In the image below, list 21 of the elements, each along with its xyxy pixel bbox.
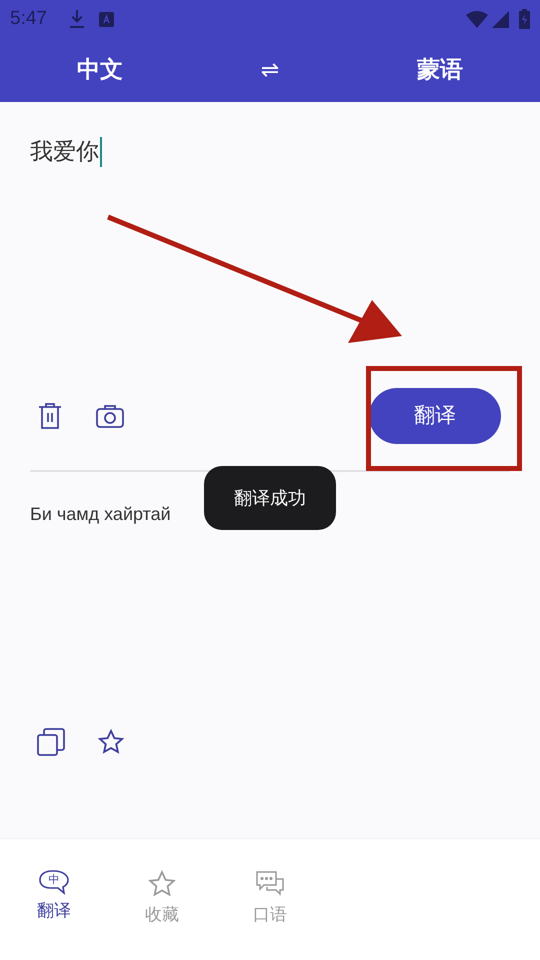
chat-bubbles-icon [254,869,286,899]
input-field[interactable]: 我爱你 [30,135,510,170]
app-notification-icon [98,12,114,26]
trash-icon[interactable] [38,402,62,430]
swap-languages-button[interactable]: ⇌ [260,54,280,86]
status-time: 5:47 [10,6,47,31]
toast-message: 翻译成功 [204,466,336,530]
copy-icon[interactable] [37,728,65,756]
star-icon [146,869,178,899]
chat-bubble-icon: 中 [38,869,70,895]
target-language-button[interactable]: 蒙语 [417,52,463,88]
signal-icon [492,10,509,28]
star-icon[interactable] [97,728,125,756]
download-icon [68,9,85,29]
camera-icon[interactable] [96,404,124,428]
battery-icon [519,9,530,29]
translate-button[interactable]: 翻译 [369,388,501,444]
nav-tab[interactable]: 中 翻译 [0,869,108,939]
translation-output: Би чамд хайртай [30,504,171,524]
source-language-button[interactable]: 中文 [77,52,123,88]
wifi-icon [466,10,488,28]
